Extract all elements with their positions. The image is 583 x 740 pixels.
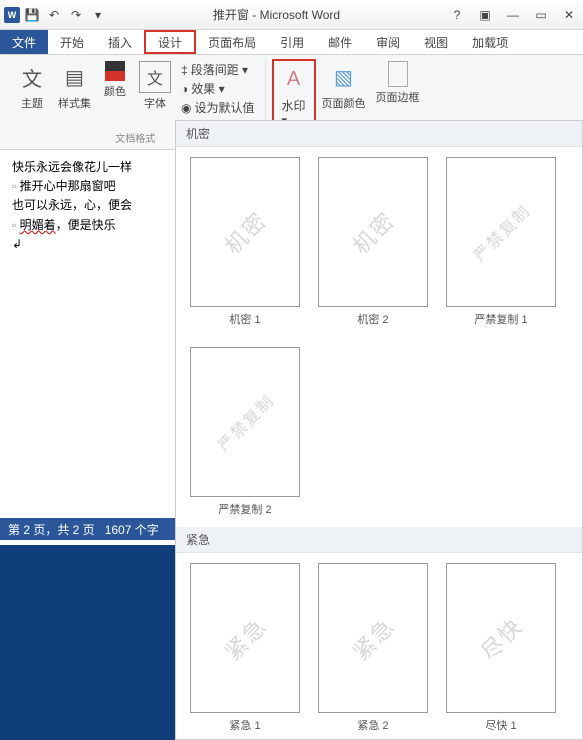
gallery-row: 严禁复制严禁复制 2	[176, 337, 582, 527]
qat-more-button[interactable]: ▾	[90, 7, 106, 23]
doc-line: ▫ 明媚着，便是快乐	[12, 216, 163, 235]
doc-line: ▫ 推开心中那扇窗吧	[12, 177, 163, 196]
app-icon: W	[4, 7, 20, 23]
page-border-label: 页面边框	[376, 89, 420, 105]
tab-addins[interactable]: 加载项	[460, 30, 520, 54]
tab-layout[interactable]: 页面布局	[196, 30, 268, 54]
document-body[interactable]: 快乐永远会像花儿一样 ▫ 推开心中那扇窗吧 也可以永远，心，便会 ▫ 明媚着，便…	[0, 150, 175, 262]
ribbon-options-button[interactable]: ▣	[475, 5, 495, 25]
watermark-item-confidential-1[interactable]: 机密机密 1	[190, 157, 300, 327]
tab-file[interactable]: 文件	[0, 30, 48, 54]
page-count[interactable]: 第 2 页，共 2 页	[8, 521, 95, 538]
watermark-item-urgent-2[interactable]: 紧急紧急 2	[318, 563, 428, 733]
set-default-button[interactable]: ◉设为默认值	[181, 99, 255, 116]
gallery-section-urgent: 紧急	[176, 527, 582, 553]
minimize-button[interactable]: —	[503, 5, 523, 25]
tab-view[interactable]: 视图	[412, 30, 460, 54]
background-pane	[0, 545, 175, 740]
watermark-icon: A	[278, 63, 310, 95]
colors-label: 颜色	[104, 83, 126, 99]
themes-button[interactable]: 文 主题	[12, 59, 52, 113]
tab-design[interactable]: 设计	[144, 30, 196, 54]
tab-mailings[interactable]: 邮件	[316, 30, 364, 54]
redo-button[interactable]: ↷	[68, 7, 84, 23]
spacing-icon: ‡	[181, 63, 188, 77]
doc-line: 也可以永远，心，便会	[12, 196, 163, 215]
save-button[interactable]: 💾	[24, 7, 40, 23]
tab-home[interactable]: 开始	[48, 30, 96, 54]
fonts-icon: 文	[139, 61, 171, 93]
restore-button[interactable]: ▭	[531, 5, 551, 25]
window-title: 推开窗 - Microsoft Word	[106, 6, 447, 23]
gallery-section-confidential: 机密	[176, 121, 582, 147]
themes-label: 主题	[21, 95, 43, 111]
page-border-button[interactable]: 页面边框	[372, 59, 424, 107]
styleset-icon: ▤	[59, 61, 91, 93]
help-button[interactable]: ?	[447, 5, 467, 25]
word-count[interactable]: 1607 个字	[105, 521, 159, 538]
doc-line: 快乐永远会像花儿一样	[12, 158, 163, 177]
themes-icon: 文	[16, 61, 48, 93]
colors-button[interactable]: 颜色	[97, 59, 133, 101]
fonts-label: 字体	[144, 95, 166, 111]
watermark-item-nocopy-2[interactable]: 严禁复制严禁复制 2	[190, 347, 300, 517]
watermark-item-nocopy-1[interactable]: 严禁复制严禁复制 1	[446, 157, 556, 327]
title-bar: W 💾 ↶ ↷ ▾ 推开窗 - Microsoft Word ? ▣ — ▭ ✕	[0, 0, 583, 30]
status-bar: 第 2 页，共 2 页 1607 个字	[0, 518, 175, 540]
quick-access-toolbar: 💾 ↶ ↷ ▾	[24, 7, 106, 23]
effects-icon: ◑	[181, 82, 188, 96]
paragraph-spacing-button[interactable]: ‡段落间距 ▾	[181, 61, 255, 78]
colors-icon	[105, 61, 125, 81]
tab-review[interactable]: 审阅	[364, 30, 412, 54]
page-color-icon: ▧	[328, 61, 360, 93]
tab-references[interactable]: 引用	[268, 30, 316, 54]
watermark-item-confidential-2[interactable]: 机密机密 2	[318, 157, 428, 327]
undo-button[interactable]: ↶	[46, 7, 62, 23]
styleset-label: 样式集	[58, 95, 91, 111]
format-options: ‡段落间距 ▾ ◑效果 ▾ ◉设为默认值	[177, 59, 259, 118]
default-icon: ◉	[181, 101, 191, 115]
effects-button[interactable]: ◑效果 ▾	[181, 80, 255, 97]
fonts-button[interactable]: 文 字体	[135, 59, 175, 113]
styleset-button[interactable]: ▤ 样式集	[54, 59, 95, 113]
ribbon-tabs: 文件 开始 插入 设计 页面布局 引用 邮件 审阅 视图 加载项	[0, 30, 583, 55]
group-label-format: 文档格式	[115, 128, 155, 145]
doc-line: ↲	[12, 235, 163, 254]
gallery-row: 机密机密 1 机密机密 2 严禁复制严禁复制 1	[176, 147, 582, 337]
watermark-item-urgent-1[interactable]: 紧急紧急 1	[190, 563, 300, 733]
window-controls: ? ▣ — ▭ ✕	[447, 5, 579, 25]
watermark-gallery: 机密 机密机密 1 机密机密 2 严禁复制严禁复制 1 严禁复制严禁复制 2 紧…	[175, 120, 583, 740]
tab-insert[interactable]: 插入	[96, 30, 144, 54]
watermark-item-asap-1[interactable]: 尽快尽快 1	[446, 563, 556, 733]
page-border-icon	[388, 61, 408, 87]
close-button[interactable]: ✕	[559, 5, 579, 25]
gallery-row: 紧急紧急 1 紧急紧急 2 尽快尽快 1	[176, 553, 582, 740]
page-color-label: 页面颜色	[322, 95, 366, 111]
page-color-button[interactable]: ▧ 页面颜色	[318, 59, 370, 113]
